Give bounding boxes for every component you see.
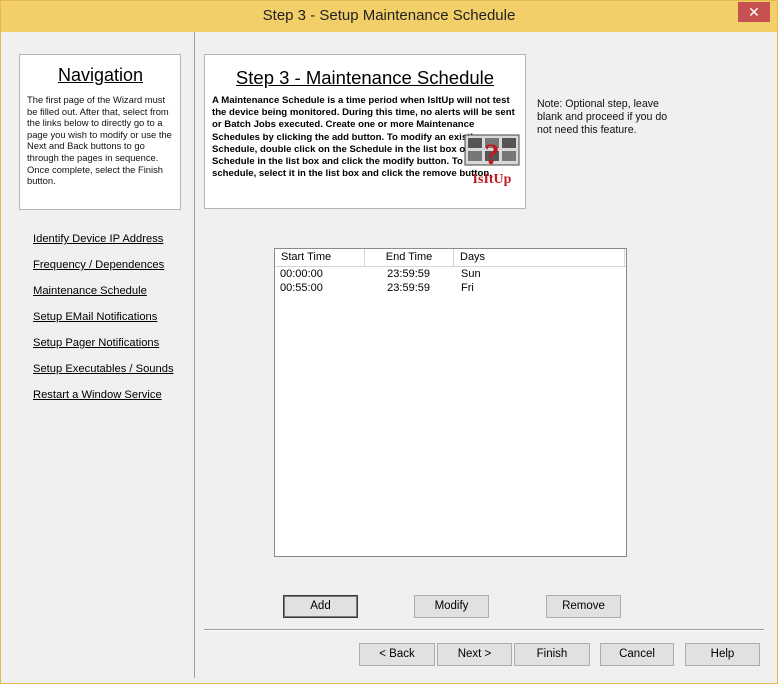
column-header-start-time[interactable]: Start Time — [275, 249, 365, 267]
wizard-window: Step 3 - Setup Maintenance Schedule ✕ Na… — [0, 0, 778, 684]
wizard-client-area: Navigation The first page of the Wizard … — [8, 32, 771, 678]
navigation-links: Identify Device IP Address Frequency / D… — [33, 230, 193, 412]
question-mark-icon: ? — [485, 138, 500, 171]
step-title: Step 3 - Maintenance Schedule — [235, 67, 495, 88]
cell-end-time: 23:59:59 — [387, 282, 430, 294]
nav-link-executables-sounds[interactable]: Setup Executables / Sounds — [33, 360, 193, 386]
help-button[interactable]: Help — [685, 643, 760, 666]
column-header-days[interactable]: Days — [454, 249, 625, 267]
finish-button[interactable]: Finish — [514, 643, 590, 666]
remove-button[interactable]: Remove — [546, 595, 621, 618]
isitup-logo: ? IsItUp — [464, 134, 520, 187]
step-info-box: Step 3 - Maintenance Schedule A Maintena… — [204, 54, 526, 209]
logo-text: IsItUp — [473, 172, 512, 187]
title-bar[interactable]: Step 3 - Setup Maintenance Schedule ✕ — [1, 1, 777, 32]
nav-link-pager-notifications[interactable]: Setup Pager Notifications — [33, 334, 193, 360]
navigation-box: Navigation The first page of the Wizard … — [19, 54, 181, 210]
back-button[interactable]: < Back — [359, 643, 435, 666]
cell-days: Fri — [461, 282, 474, 294]
navigation-description: The first page of the Wizard must be fil… — [27, 94, 172, 187]
cell-start-time: 00:55:00 — [280, 282, 323, 294]
next-button[interactable]: Next > — [437, 643, 512, 666]
nav-link-email-notifications[interactable]: Setup EMail Notifications — [33, 308, 193, 334]
modify-button[interactable]: Modify — [414, 595, 489, 618]
window-title: Step 3 - Setup Maintenance Schedule — [262, 7, 516, 24]
optional-step-note: Note: Optional step, leave blank and pro… — [537, 98, 668, 136]
add-button[interactable]: Add — [283, 595, 358, 618]
table-row[interactable]: 00:55:00 23:59:59 Fri — [275, 281, 626, 295]
table-row[interactable]: 00:00:00 23:59:59 Sun — [275, 267, 626, 281]
nav-link-identify-device[interactable]: Identify Device IP Address — [33, 230, 193, 256]
nav-link-frequency[interactable]: Frequency / Dependences — [33, 256, 193, 282]
cell-days: Sun — [461, 268, 481, 280]
cell-start-time: 00:00:00 — [280, 268, 323, 280]
close-icon: ✕ — [748, 4, 760, 20]
close-button[interactable]: ✕ — [738, 2, 770, 22]
nav-link-restart-service[interactable]: Restart a Window Service — [33, 386, 193, 412]
column-header-end-time[interactable]: End Time — [365, 249, 454, 267]
button-separator — [204, 629, 764, 631]
navigation-panel: Navigation The first page of the Wizard … — [8, 32, 195, 678]
cell-end-time: 23:59:59 — [387, 268, 430, 280]
navigation-title: Navigation — [57, 65, 144, 85]
schedule-list-header: Start Time End Time Days — [275, 249, 626, 267]
cancel-button[interactable]: Cancel — [600, 643, 674, 666]
schedule-list[interactable]: Start Time End Time Days 00:00:00 23:59:… — [274, 248, 627, 557]
nav-link-maintenance-schedule[interactable]: Maintenance Schedule — [33, 282, 193, 308]
